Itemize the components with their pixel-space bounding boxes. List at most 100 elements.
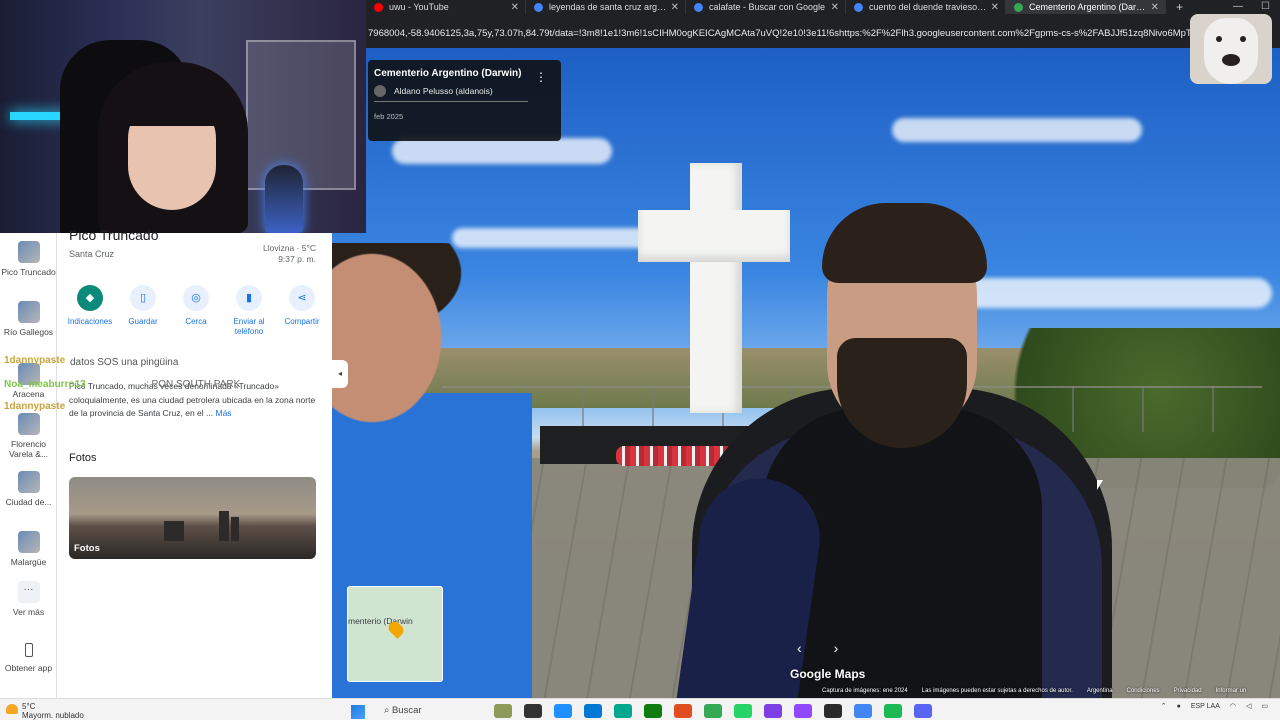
get-app-button[interactable]: Obtener app (0, 643, 57, 673)
street-view-panorama[interactable] (332, 48, 1280, 698)
photos-thumbnail[interactable]: Fotos (69, 477, 316, 559)
place-thumbnail (17, 241, 40, 263)
see-more-button[interactable]: ··· Ver más (0, 581, 57, 617)
close-icon[interactable]: ✕ (991, 2, 999, 13)
more-icon: ··· (17, 581, 40, 603)
tab-leyendas[interactable]: leyendas de santa cruz argentina ✕ (526, 0, 686, 14)
volume-icon[interactable]: ◁ (1246, 702, 1251, 710)
twitch-icon[interactable] (794, 704, 812, 718)
rail-item-ciudad-de[interactable]: Ciudad de... (0, 471, 57, 507)
taskbar-weather[interactable]: 5°C Mayorm. nublado (22, 702, 84, 720)
tower-silhouette (231, 517, 239, 541)
screen: uwu - YouTube ✕ leyendas de santa cruz a… (0, 0, 1280, 720)
rail-label: Obtener app (4, 663, 53, 673)
nearby-button[interactable]: ◎ Cerca (171, 285, 221, 338)
attribution-link[interactable]: Argentina (1087, 688, 1113, 698)
chevron-up-icon[interactable]: ⌃ (1161, 702, 1167, 710)
tab-title: calafate - Buscar con Google (709, 2, 826, 12)
google-maps-logo: Google Maps (790, 667, 866, 681)
rail-item-florencio-varela[interactable]: Florencio Varela &... (0, 413, 57, 459)
rail-item-rio-gallegos[interactable]: Río Gallegos (0, 301, 57, 337)
close-icon[interactable]: ✕ (1151, 2, 1159, 13)
chrome-icon[interactable] (854, 704, 872, 718)
app-icon[interactable] (524, 704, 542, 718)
directions-icon: ◆ (77, 285, 103, 311)
search-label: Buscar (391, 705, 422, 716)
share-button[interactable]: ⋖ Compartir (277, 285, 327, 338)
minimize-icon[interactable]: — (1233, 0, 1243, 14)
place-subtitle: Santa Cruz (69, 249, 115, 259)
new-tab-button[interactable]: + (1166, 0, 1193, 14)
shelf (246, 40, 356, 190)
place-thumbnail (17, 531, 40, 553)
chevron-right-icon[interactable]: › (834, 640, 839, 656)
wifi-icon[interactable]: ◠ (1230, 702, 1236, 710)
close-icon[interactable]: ✕ (831, 2, 839, 13)
maximize-icon[interactable]: ☐ (1261, 0, 1270, 14)
capture-date: feb 2025 (374, 112, 404, 121)
app-icon[interactable] (764, 704, 782, 718)
place-thumbnail (17, 363, 40, 385)
collapse-panel-button[interactable]: ◂ (332, 360, 348, 388)
rail-label: Río Gallegos (3, 327, 54, 337)
rail-item-pico-truncado[interactable]: Pico Truncado (0, 241, 57, 277)
address-bar[interactable]: 7968004,-58.9406125,3a,75y,73.07h,84.79t… (366, 14, 1280, 48)
save-button[interactable]: ▯ Guardar (118, 285, 168, 338)
windows-start-icon[interactable] (351, 705, 365, 719)
author-row[interactable]: Aldano Pelusso (aldanois) (374, 85, 555, 97)
rail-item-aracena[interactable]: Aracena (0, 363, 57, 399)
battery-icon[interactable]: ▭ (1261, 702, 1268, 710)
tab-cementerio[interactable]: Cementerio Argentino (Darwin) ✕ (1006, 0, 1166, 14)
more-options-icon[interactable]: ⋮ (535, 70, 547, 84)
tab-youtube[interactable]: uwu - YouTube ✕ (366, 0, 526, 14)
chevron-left-icon[interactable]: ‹ (797, 640, 802, 656)
rail-label: Ciudad de... (5, 497, 52, 507)
streamer-webcam (0, 0, 366, 233)
search-icon: ⌕ (384, 705, 392, 716)
mic-icon[interactable]: ● (1177, 703, 1181, 710)
minimap[interactable]: menterio (Darwin (347, 586, 443, 682)
attribution-link[interactable]: Condiciones (1127, 688, 1160, 698)
tab-title: Cementerio Argentino (Darwin) (1029, 2, 1147, 12)
send-to-phone-button[interactable]: ▮ Enviar al teléfono (224, 285, 274, 338)
dog-head (1204, 18, 1258, 84)
taskbar-search[interactable]: ⌕ Buscar (384, 705, 484, 716)
chrome-icon[interactable] (704, 704, 722, 718)
app-icon[interactable] (674, 704, 692, 718)
action-label: Compartir (284, 317, 320, 326)
app-icon[interactable] (824, 704, 842, 718)
rail-item-malargue[interactable]: Malargüe (0, 531, 57, 567)
attribution-link[interactable]: Informar un (1216, 688, 1247, 698)
tower-silhouette (219, 511, 229, 541)
more-link[interactable]: Más (216, 408, 232, 418)
spotify-icon[interactable] (884, 704, 902, 718)
weather-info: Llovizna · 5°C 9:37 p. m. (263, 243, 316, 266)
app-icon[interactable] (614, 704, 632, 718)
maps-icon (1014, 2, 1023, 12)
directions-button[interactable]: ◆ Indicaciones (65, 285, 115, 338)
attribution-link[interactable]: Privacidad (1174, 688, 1202, 698)
app-icon[interactable] (584, 704, 602, 718)
discord-icon[interactable] (914, 704, 932, 718)
description-text: Pico Truncado, muchas veces denominada «… (69, 381, 316, 419)
tab-calafate[interactable]: calafate - Buscar con Google ✕ (686, 0, 846, 14)
building-silhouette (164, 521, 184, 541)
close-icon[interactable]: ✕ (511, 2, 519, 13)
cloud (952, 278, 1272, 308)
whatsapp-icon[interactable] (734, 704, 752, 718)
close-icon[interactable]: ✕ (671, 2, 679, 13)
action-label: Cerca (185, 317, 207, 326)
person-right-hair (822, 203, 987, 283)
photos-heading: Fotos (69, 452, 97, 464)
action-label: Guardar (128, 317, 158, 326)
app-icon[interactable] (554, 704, 572, 718)
minimap-label: menterio (Darwin (348, 616, 413, 626)
action-buttons: ◆ Indicaciones ▯ Guardar ◎ Cerca ▮ Envia… (65, 285, 327, 338)
app-icon[interactable] (494, 704, 512, 718)
xbox-icon[interactable] (644, 704, 662, 718)
rail-label: Malargüe (10, 557, 47, 567)
place-title: Pico Truncado (69, 227, 159, 243)
weather-icon (6, 704, 18, 714)
language-indicator[interactable]: ESP LAA (1191, 703, 1220, 710)
tab-cuento[interactable]: cuento del duende travieso - B ✕ (846, 0, 1006, 14)
